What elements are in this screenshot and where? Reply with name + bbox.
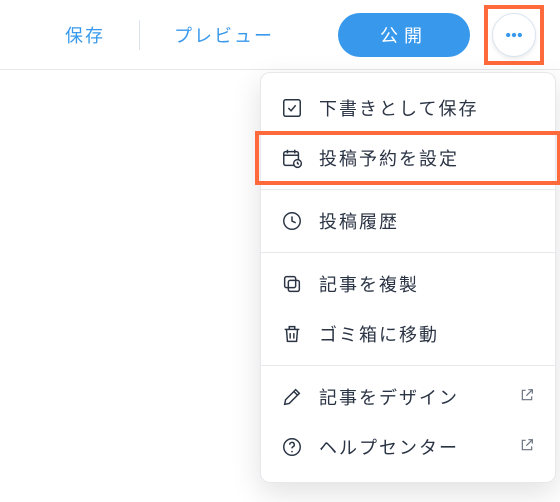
- menu-item-duplicate[interactable]: 記事を複製: [261, 259, 555, 309]
- preview-link[interactable]: プレビュー: [140, 22, 308, 48]
- calendar-clock-icon: [281, 147, 303, 169]
- menu-item-label: 投稿予約を設定: [319, 145, 459, 171]
- clock-icon: [281, 210, 303, 232]
- menu-item-trash[interactable]: ゴミ箱に移動: [261, 309, 555, 359]
- menu-item-history[interactable]: 投稿履歴: [261, 196, 555, 246]
- menu-separator: [261, 365, 555, 366]
- ellipsis-icon: [504, 25, 524, 45]
- brush-icon: [281, 386, 303, 408]
- menu-item-help[interactable]: ヘルプセンター: [261, 422, 555, 472]
- menu-item-label: ゴミ箱に移動: [319, 321, 439, 347]
- menu-item-label: 下書きとして保存: [319, 95, 478, 121]
- more-menu: 下書きとして保存 投稿予約を設定 投稿履歴 記事を複製: [260, 72, 556, 483]
- menu-item-label: ヘルプセンター: [319, 434, 459, 460]
- copy-icon: [281, 273, 303, 295]
- menu-separator: [261, 189, 555, 190]
- menu-item-schedule[interactable]: 投稿予約を設定: [261, 133, 555, 183]
- menu-item-label: 投稿履歴: [319, 208, 399, 234]
- menu-separator: [261, 252, 555, 253]
- menu-item-label: 記事をデザイン: [319, 384, 459, 410]
- more-button-highlight: [484, 5, 544, 65]
- menu-item-label: 記事を複製: [319, 271, 419, 297]
- checkbox-icon: [281, 97, 303, 119]
- menu-item-save-draft[interactable]: 下書きとして保存: [261, 83, 555, 133]
- more-button[interactable]: [492, 13, 536, 57]
- menu-item-design[interactable]: 記事をデザイン: [261, 372, 555, 422]
- external-link-icon: [519, 437, 535, 458]
- help-icon: [281, 436, 303, 458]
- trash-icon: [281, 323, 303, 345]
- publish-button[interactable]: 公開: [338, 13, 470, 57]
- toolbar: 保存 プレビュー 公開: [0, 0, 560, 70]
- save-link[interactable]: 保存: [31, 22, 139, 48]
- external-link-icon: [519, 387, 535, 408]
